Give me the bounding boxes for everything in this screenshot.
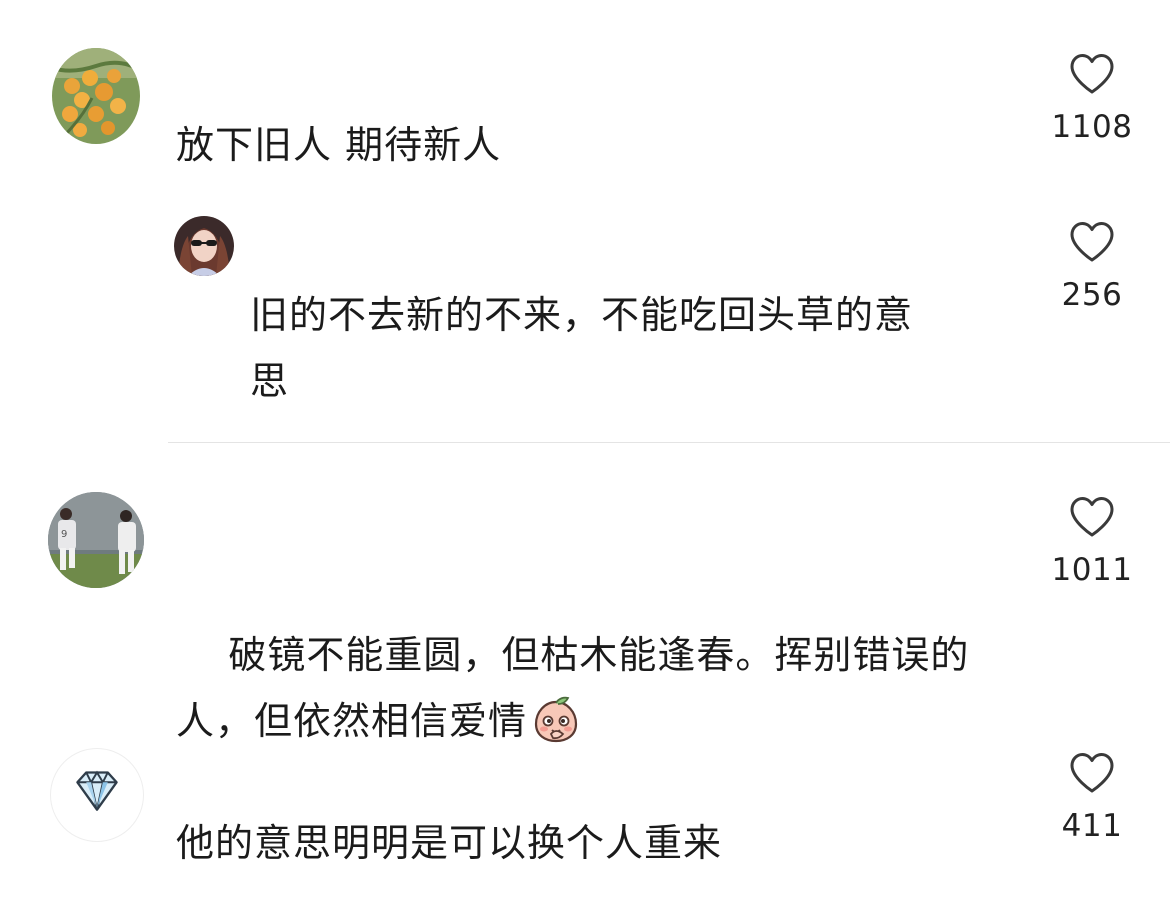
woman-sunglasses-avatar[interactable] — [174, 216, 234, 276]
like-count: 1108 — [1051, 109, 1133, 145]
heart-outline-icon — [1070, 497, 1114, 537]
peach-shy-emoji — [534, 696, 578, 743]
divider — [168, 442, 1170, 443]
comment-text: 旧的不去新的不来，不能吃回头草的意 思 — [250, 293, 914, 403]
like-count: 1011 — [1051, 552, 1133, 588]
like-button[interactable]: 1011 — [1032, 496, 1152, 590]
like-count: 411 — [1061, 808, 1123, 844]
like-count: 256 — [1061, 277, 1123, 313]
comment-text: 破镜不能重圆，但枯木能逢春。挥别错误的 人，但依然相信爱情 — [176, 556, 1016, 820]
heart-outline-icon — [1070, 222, 1114, 262]
avatar-image — [174, 216, 234, 276]
diamond-icon — [76, 770, 118, 811]
avatar-image: 9 — [48, 492, 144, 588]
like-button[interactable]: 256 — [1032, 221, 1152, 315]
diamond-avatar[interactable] — [50, 748, 144, 842]
avatar-image — [52, 48, 140, 144]
oranges-tree-avatar[interactable] — [52, 48, 140, 144]
comment-text: 他的意思明明是可以换个人重来 — [176, 821, 723, 865]
heart-outline-icon — [1070, 753, 1114, 793]
comment-text: 放下旧人 期待新人 — [176, 123, 502, 167]
like-button[interactable]: 1108 — [1032, 53, 1152, 147]
svg-text:9: 9 — [61, 529, 67, 540]
heart-outline-icon — [1070, 54, 1114, 94]
football-players-avatar[interactable]: 9 — [48, 492, 144, 588]
like-button[interactable]: 411 — [1032, 752, 1152, 846]
